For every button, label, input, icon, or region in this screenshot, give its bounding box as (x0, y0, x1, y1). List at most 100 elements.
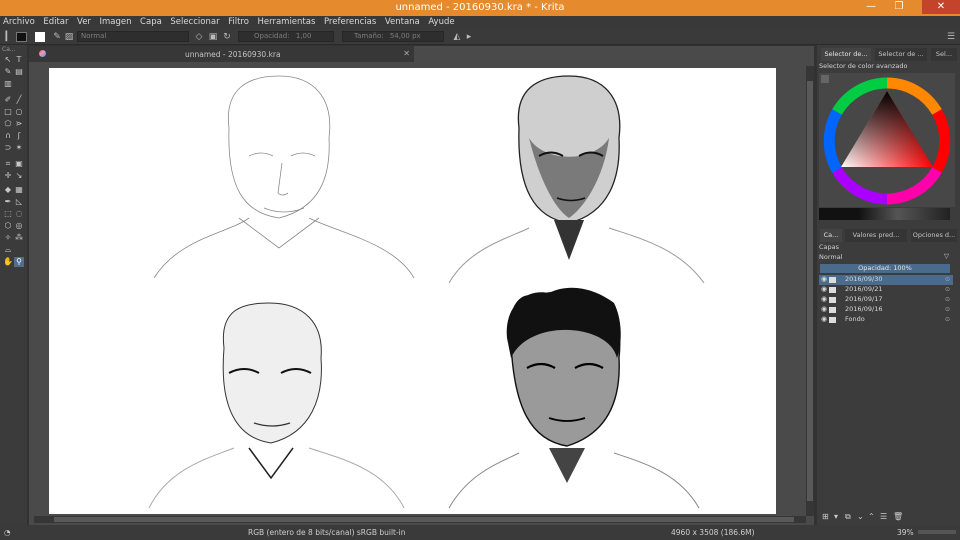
polygon-tool-icon[interactable]: ⬠ (3, 119, 13, 129)
contiguous-select-icon[interactable]: ✧ (3, 233, 13, 243)
eraser-icon[interactable]: ◇ (194, 32, 204, 42)
maximize-button[interactable]: ❐ (886, 0, 912, 14)
layer-blend-mode-select[interactable]: Normal (819, 253, 843, 261)
edit-shapes-icon[interactable]: ✎ (3, 67, 13, 77)
menu-filtro[interactable]: Filtro (225, 16, 252, 29)
size-field[interactable]: Tamaño: 54,00 px (342, 31, 444, 42)
text-tool-icon[interactable]: T (14, 55, 24, 65)
move-down-button[interactable]: ⌄ (857, 512, 864, 521)
gradient-icon[interactable]: ▥ (3, 79, 13, 89)
opacity-field[interactable]: Opacidad: 1,00 (238, 31, 334, 42)
menu-imagen[interactable]: Imagen (96, 16, 134, 29)
lock-icon[interactable]: ⊙ (945, 275, 950, 285)
lock-icon[interactable]: ⊙ (945, 285, 950, 295)
gradient-tool-icon[interactable]: ▦ (14, 185, 24, 195)
ellipse-tool-icon[interactable]: ○ (14, 107, 24, 117)
blend-mode-select[interactable]: Normal (77, 31, 189, 42)
layer-row[interactable]: ◉ Fondo ⊙ (819, 315, 953, 325)
mirror-horizontal-icon[interactable]: ◭ (452, 32, 462, 42)
layer-row[interactable]: ◉ 2016/09/30 ⊙ (819, 275, 953, 285)
close-button[interactable]: ✕ (922, 0, 960, 14)
background-swatch[interactable] (35, 32, 45, 42)
tab-presets[interactable]: Valores pred... (845, 229, 907, 242)
visibility-eye-icon[interactable]: ◉ (821, 285, 827, 295)
assistant-tool-icon[interactable]: ◺ (14, 197, 24, 207)
line-tool-icon[interactable]: ╱ (14, 95, 24, 105)
zoom-slider[interactable] (918, 530, 956, 534)
visibility-eye-icon[interactable]: ◉ (821, 305, 827, 315)
tab-color-selector-2[interactable]: Selector de ... (875, 48, 927, 61)
polygon-select-icon[interactable]: ⬡ (3, 221, 13, 231)
rect-select-icon[interactable]: ⬚ (3, 209, 13, 219)
horizontal-scrollbar[interactable] (34, 516, 806, 523)
lock-icon[interactable]: ⊙ (945, 295, 950, 305)
layer-row[interactable]: ◉ 2016/09/21 ⊙ (819, 285, 953, 295)
polyline-tool-icon[interactable]: ⋗ (14, 119, 24, 129)
ellipse-select-icon[interactable]: ◌ (14, 209, 24, 219)
layer-row[interactable]: ◉ 2016/09/16 ⊙ (819, 305, 953, 315)
menu-archivo[interactable]: Archivo (0, 16, 38, 29)
visibility-eye-icon[interactable]: ◉ (821, 275, 827, 285)
horizontal-scroll-thumb[interactable] (54, 517, 794, 522)
move-up-button[interactable]: ⌃ (868, 512, 875, 521)
tab-tool-options[interactable]: Opciones d... (911, 229, 957, 242)
lock-icon[interactable]: ⊙ (945, 305, 950, 315)
tab-selector-3[interactable]: Sel... (931, 48, 957, 61)
layer-dropdown-icon[interactable]: ▾ (834, 512, 838, 521)
bezier-select-icon[interactable]: ⌓ (3, 245, 13, 255)
document-tab[interactable]: unnamed - 20160930.kra ✕ (29, 46, 414, 62)
menu-herramientas[interactable]: Herramientas (255, 16, 319, 29)
rectangle-tool-icon[interactable]: □ (3, 107, 13, 117)
canvas-page[interactable] (49, 68, 776, 514)
menu-ventana[interactable]: Ventana (382, 16, 423, 29)
advanced-color-selector[interactable] (819, 73, 955, 207)
calligraphy-icon[interactable]: ▤ (14, 67, 24, 77)
menu-capa[interactable]: Capa (137, 16, 165, 29)
layer-properties-button[interactable]: ☰ (880, 512, 887, 521)
preserve-alpha-icon[interactable]: ▣ (208, 32, 218, 42)
transform-tool-icon[interactable]: ▣ (14, 159, 24, 169)
menu-preferencias[interactable]: Preferencias (321, 16, 379, 29)
move-tool-icon[interactable]: ✛ (3, 171, 13, 181)
mirror-vertical-icon[interactable]: ▸ (464, 32, 474, 42)
brush-preset-icon[interactable]: ▨ (64, 32, 74, 42)
crop-tool-icon[interactable]: ⌗ (3, 159, 13, 169)
filter-icon[interactable]: ▽ (944, 252, 949, 260)
layer-row[interactable]: ◉ 2016/09/17 ⊙ (819, 295, 953, 305)
delete-layer-button[interactable]: 🗑 (893, 512, 903, 521)
close-tab-icon[interactable]: ✕ (403, 49, 410, 58)
similar-select-icon[interactable]: ⁂ (14, 233, 24, 243)
freehand-select-icon[interactable]: ◎ (14, 221, 24, 231)
add-layer-button[interactable]: ⊞ (822, 512, 829, 521)
select-shapes-icon[interactable]: ↖ (3, 55, 13, 65)
vertical-scrollbar[interactable] (806, 66, 814, 516)
freehand-brush-icon[interactable]: ✐ (3, 95, 13, 105)
menu-ver[interactable]: Ver (74, 16, 94, 29)
multibrush-icon[interactable]: ✶ (14, 143, 24, 153)
menu-editar[interactable]: Editar (40, 16, 71, 29)
minimize-button[interactable]: — (858, 0, 884, 14)
brush-icon[interactable]: ✎ (52, 32, 62, 42)
menu-ayuda[interactable]: Ayude (425, 16, 457, 29)
pan-tool-icon[interactable]: ✋ (3, 257, 13, 267)
duplicate-layer-button[interactable]: ⧉ (845, 512, 851, 522)
zoom-tool-icon[interactable]: ⚲ (14, 257, 24, 267)
bezier-tool-icon[interactable]: ∩ (3, 131, 13, 141)
dynamic-brush-icon[interactable]: ⊃ (3, 143, 13, 153)
layer-opacity-slider[interactable]: Opacidad: 100% (820, 264, 950, 273)
reload-preset-icon[interactable]: ↻ (222, 32, 232, 42)
fill-tool-icon[interactable]: ◆ (3, 185, 13, 195)
visibility-eye-icon[interactable]: ◉ (821, 315, 827, 325)
color-history-strip[interactable] (819, 208, 950, 220)
color-picker-icon[interactable]: ✒ (3, 197, 13, 207)
visibility-eye-icon[interactable]: ◉ (821, 295, 827, 305)
freehand-path-icon[interactable]: ʃ (14, 131, 24, 141)
vertical-scroll-thumb[interactable] (807, 81, 813, 501)
tab-layers[interactable]: Ca... (820, 229, 842, 242)
hamburger-menu-icon[interactable]: ☰ (946, 32, 956, 42)
menu-seleccionar[interactable]: Seleccionar (167, 16, 222, 29)
color-swatch[interactable] (16, 32, 27, 42)
tab-color-selector-1[interactable]: Selector de... (821, 48, 871, 61)
lock-icon[interactable]: ⊙ (945, 315, 950, 325)
measure-tool-icon[interactable]: ↘ (14, 171, 24, 181)
